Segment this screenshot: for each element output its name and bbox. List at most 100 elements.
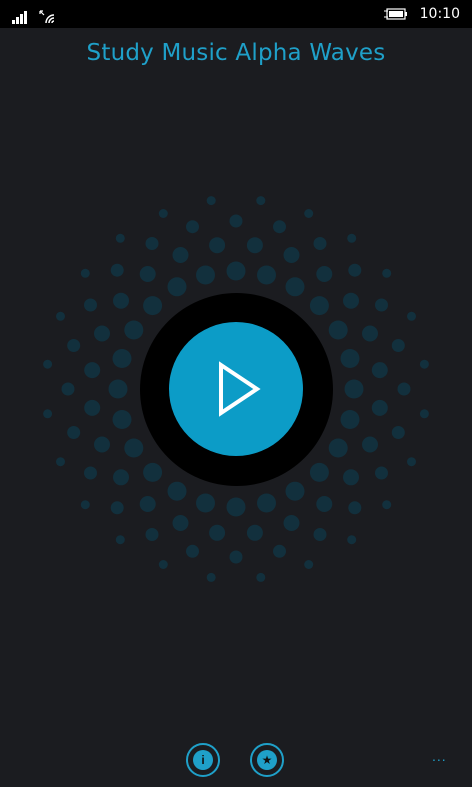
visualizer-dot: [80, 268, 90, 278]
visualizer-dot: [419, 359, 429, 369]
visualizer-dot: [56, 311, 65, 321]
visualizer-dot: [309, 462, 329, 482]
app-bar: i ★ ...: [0, 740, 472, 787]
visualizer-dot: [209, 237, 226, 254]
visualizer-dot: [84, 362, 101, 379]
info-icon: i: [193, 750, 213, 770]
visualizer-dot: [113, 292, 129, 309]
visualizer-dot: [246, 524, 263, 541]
visualizer-dot: [348, 263, 362, 277]
visualizer-dot: [84, 466, 97, 480]
visualizer-dot: [371, 399, 388, 416]
visualizer-dot: [61, 382, 75, 396]
visualizer-dot: [340, 410, 360, 429]
visualizer-dot: [167, 481, 187, 501]
visualizer-dot: [186, 220, 199, 234]
visualizer-dot: [84, 298, 97, 312]
visualizer-dot: [304, 560, 314, 569]
visualizer-dot: [285, 277, 305, 297]
visualizer-dot: [113, 469, 129, 486]
visualizer-dot: [206, 572, 216, 582]
visualizer-dot: [186, 544, 199, 558]
visualizer-dot: [158, 560, 168, 569]
visualizer-dot: [407, 311, 416, 321]
visualizer-dot: [112, 410, 132, 429]
visualizer-dot: [115, 535, 125, 545]
visualizer-dot: [391, 426, 405, 439]
visualizer-dot: [328, 438, 348, 458]
visualizer-dot: [229, 214, 243, 228]
play-button[interactable]: [169, 322, 303, 456]
visualizer-dot: [124, 438, 144, 458]
visualizer-dot: [309, 296, 329, 316]
visualizer-dot: [313, 528, 327, 541]
visualizer-dot: [226, 497, 246, 517]
visualizer-dot: [285, 481, 305, 501]
visualizer-dot: [371, 362, 388, 379]
visualizer-dot: [226, 261, 246, 281]
visualizer-dot: [158, 209, 168, 218]
visualizer-dot: [124, 320, 144, 340]
visualizer-dot: [397, 382, 411, 396]
visualizer-dot: [316, 496, 333, 512]
visualizer-dot: [80, 500, 90, 510]
visualizer-dot: [172, 247, 189, 263]
visualizer-dot: [115, 233, 125, 243]
visualizer-dot: [382, 268, 392, 278]
visualizer-dot: [196, 493, 215, 513]
visualizer-dot: [340, 349, 360, 368]
visualizer-dot: [67, 339, 81, 352]
visualizer-dot: [172, 515, 189, 531]
visualizer-dot: [112, 349, 132, 368]
visualizer-dot: [143, 462, 163, 482]
visualizer-dot: [347, 535, 357, 545]
visualizer-dot: [283, 515, 300, 531]
visualizer-dot: [108, 379, 128, 399]
visualizer-dot: [375, 466, 388, 480]
visualizer-dot: [343, 469, 359, 486]
visualizer-dot: [362, 325, 378, 342]
visualizer-dot: [362, 436, 378, 453]
visualizer-dot: [347, 233, 357, 243]
visualizer-dot: [313, 237, 327, 250]
visualizer-dot: [283, 247, 300, 263]
visualizer-dot: [256, 196, 266, 206]
visualizer-dot: [196, 265, 215, 285]
visualizer-dot: [139, 496, 156, 512]
play-icon: [219, 361, 261, 417]
visualizer-dot: [344, 379, 364, 399]
visualizer-dot: [209, 524, 226, 541]
visualizer-dot: [246, 237, 263, 254]
visualizer-dot: [304, 209, 314, 218]
visualizer-dot: [328, 320, 348, 340]
visualizer-dot: [419, 409, 429, 419]
visualizer-dot: [94, 325, 110, 342]
visualizer-dot: [84, 399, 101, 416]
visualizer-dot: [43, 409, 53, 419]
star-icon: ★: [257, 750, 277, 770]
visualizer-dot: [382, 500, 392, 510]
visualizer-dot: [139, 266, 156, 282]
visualizer-dot: [110, 501, 124, 515]
more-button[interactable]: ...: [432, 748, 447, 764]
visualizer-dot: [110, 263, 124, 277]
visualizer-dot: [94, 436, 110, 453]
visualizer-dot: [229, 550, 243, 564]
favorite-button[interactable]: ★: [250, 743, 284, 777]
visualizer-dot: [167, 277, 187, 297]
visualizer-dot: [391, 339, 405, 352]
visualizer-dot: [407, 457, 416, 467]
visualizer-dot: [143, 296, 163, 316]
visualizer-dot: [273, 220, 286, 234]
info-button[interactable]: i: [186, 743, 220, 777]
visualizer-dot: [257, 265, 276, 285]
visualizer-dot: [145, 237, 159, 250]
visualizer-dot: [343, 292, 359, 309]
visualizer-dot: [257, 493, 276, 513]
visualizer-dot: [375, 298, 388, 312]
visualizer-dot: [67, 426, 81, 439]
visualizer-dot: [273, 544, 286, 558]
visualizer-dot: [316, 266, 333, 282]
visualizer-dot: [256, 572, 266, 582]
visualizer-dot: [206, 196, 216, 206]
